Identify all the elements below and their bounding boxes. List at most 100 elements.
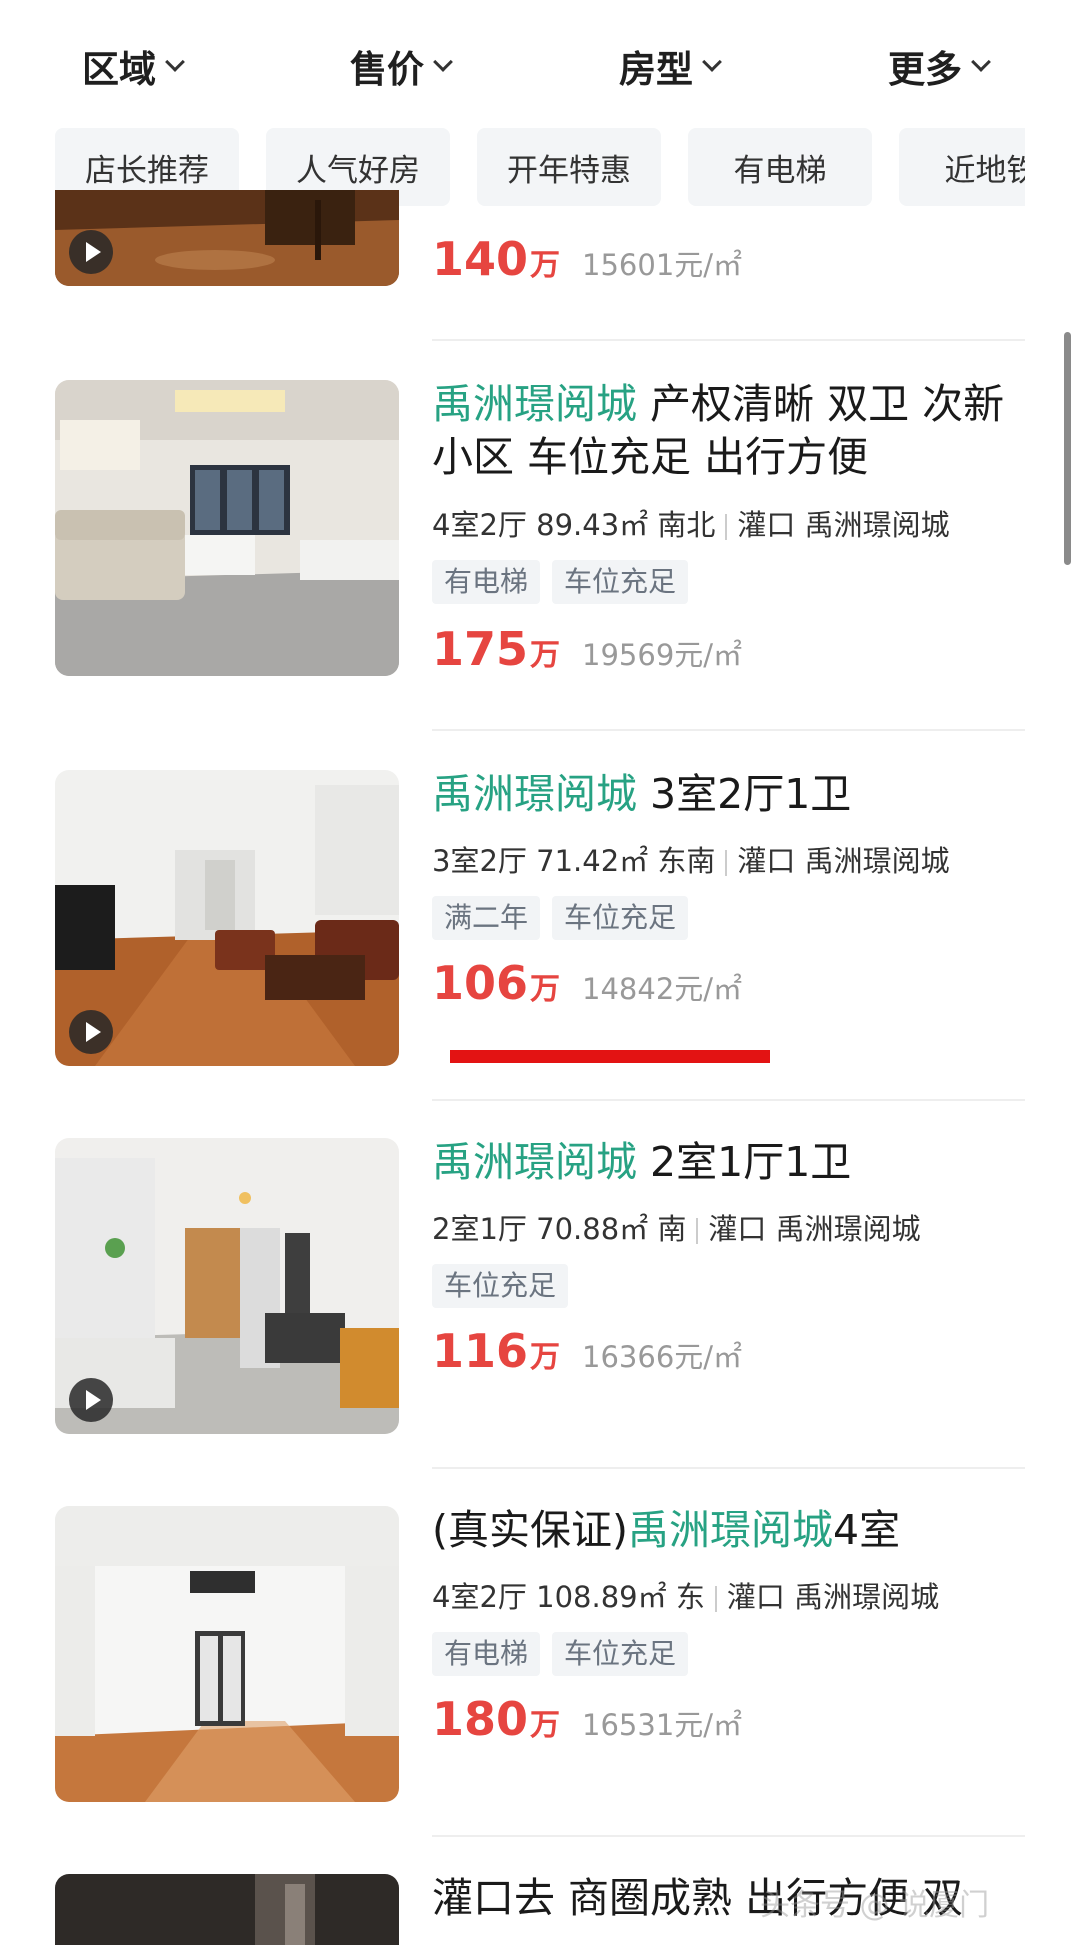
tag: 满二年 — [432, 896, 541, 940]
filter-area-label: 区域 — [82, 48, 156, 91]
listing-title[interactable]: (真实保证)禹洲璟阅城4室 — [432, 1504, 1032, 1557]
tag-list: 有电梯 车位充足 — [432, 1632, 689, 1676]
total-price: 116 — [432, 1324, 529, 1378]
community: 禹洲璟阅城 — [804, 844, 950, 878]
filter-more[interactable]: 更多 — [888, 38, 991, 94]
listing-meta: 3室2厅 71.42㎡ 东南 灌口 禹洲璟阅城 — [432, 838, 1032, 880]
chevron-down-icon — [702, 52, 722, 72]
area: 70.88㎡ — [536, 1212, 649, 1246]
total-price: 106 — [432, 956, 529, 1010]
listing-photo — [55, 1506, 399, 1802]
red-underline-annotation — [450, 1050, 770, 1063]
divider — [432, 1467, 1025, 1469]
price-row: 180 万 16531元/㎡ — [432, 1692, 742, 1746]
district: 灌口 — [726, 1580, 785, 1614]
orientation: 东 — [675, 1580, 705, 1614]
orientation: 南北 — [657, 508, 716, 542]
unit-price: 15601元/㎡ — [582, 248, 743, 282]
listing-photo — [55, 1138, 399, 1434]
price-row: 175 万 19569元/㎡ — [432, 622, 742, 676]
district: 灌口 — [737, 844, 796, 878]
filter-more-label: 更多 — [888, 48, 962, 91]
separator — [725, 850, 728, 876]
separator — [696, 1218, 699, 1244]
filter-bar: 区域 售价 房型 更多 — [0, 0, 1080, 118]
title-text: 3室2厅1卫 — [637, 770, 852, 818]
play-icon[interactable] — [69, 1378, 113, 1422]
tag-list: 车位充足 — [432, 1264, 569, 1308]
price-unit: 万 — [530, 638, 561, 673]
tag: 车位充足 — [552, 1632, 689, 1676]
unit-price: 16366元/㎡ — [582, 1340, 743, 1374]
listing-photo — [55, 770, 399, 1066]
watermark: 头条号 @ 说厦门 — [760, 1888, 990, 1923]
separator — [714, 1586, 717, 1612]
community-name: 禹洲璟阅城 — [432, 770, 637, 818]
play-icon[interactable] — [69, 1010, 113, 1054]
layout: 4室2厅 — [432, 1580, 527, 1614]
unit-price: 14842元/㎡ — [582, 972, 743, 1006]
listing-meta: 4室2厅 89.43㎡ 南北 灌口 禹洲璟阅城 — [432, 502, 1032, 544]
district: 灌口 — [708, 1212, 767, 1246]
price-row: 106 万 14842元/㎡ — [432, 956, 742, 1010]
listing-title[interactable]: 禹洲璟阅城 产权清晰 双卫 次新小区 车位充足 出行方便 — [432, 378, 1032, 484]
listing-title[interactable]: 禹洲璟阅城 3室2厅1卫 — [432, 768, 1032, 821]
listing-meta: 4室2厅 108.89㎡ 东灌口 禹洲璟阅城 — [432, 1574, 1032, 1616]
separator — [725, 514, 728, 540]
quick-tag-new-year-deal[interactable]: 开年特惠 — [477, 128, 661, 206]
unit-price: 16531元/㎡ — [582, 1708, 743, 1742]
community: 禹洲璟阅城 — [804, 508, 950, 542]
listing-photo — [55, 1874, 399, 1945]
divider — [432, 1835, 1025, 1837]
quick-tag-elevator[interactable]: 有电梯 — [688, 128, 872, 206]
listing-meta: 2室1厅 70.88㎡ 南灌口 禹洲璟阅城 — [432, 1206, 1032, 1248]
price-unit: 万 — [530, 972, 561, 1007]
listing-photo — [55, 380, 399, 676]
title-text: 2室1厅1卫 — [637, 1138, 852, 1186]
title-text: 4室 — [833, 1506, 901, 1554]
area: 108.89㎡ — [536, 1580, 667, 1614]
chevron-down-icon — [971, 52, 991, 72]
tag: 车位充足 — [432, 1264, 569, 1308]
tag: 有电梯 — [432, 1632, 541, 1676]
chevron-down-icon — [165, 52, 185, 72]
unit-price: 19569元/㎡ — [582, 638, 743, 672]
price-unit: 万 — [530, 248, 561, 283]
total-price: 180 — [432, 1692, 529, 1746]
total-price: 140 — [432, 232, 529, 286]
tag: 车位充足 — [552, 560, 689, 604]
filter-layout-label: 房型 — [619, 48, 693, 91]
layout: 2室1厅 — [432, 1212, 527, 1246]
listing-photo — [55, 190, 399, 286]
layout: 3室2厅 — [432, 844, 527, 878]
divider — [432, 729, 1025, 731]
divider — [432, 1099, 1025, 1101]
orientation: 南 — [657, 1212, 687, 1246]
area: 89.43㎡ — [536, 508, 649, 542]
layout: 4室2厅 — [432, 508, 527, 542]
quick-tag-near-metro[interactable]: 近地铁 — [899, 128, 1025, 206]
tag-list: 满二年 车位充足 — [432, 896, 689, 940]
price-row: 116 万 16366元/㎡ — [432, 1324, 742, 1378]
filter-price[interactable]: 售价 — [350, 38, 453, 94]
tag: 有电梯 — [432, 560, 541, 604]
chevron-down-icon — [433, 52, 453, 72]
price-row: 140 万 15601元/㎡ — [432, 232, 742, 286]
total-price: 175 — [432, 622, 529, 676]
community: 禹洲璟阅城 — [794, 1580, 940, 1614]
district: 灌口 — [737, 508, 796, 542]
filter-layout[interactable]: 房型 — [619, 38, 722, 94]
community-name: 禹洲璟阅城 — [628, 1506, 833, 1554]
filter-price-label: 售价 — [350, 48, 424, 91]
divider — [432, 339, 1025, 341]
play-icon[interactable] — [69, 230, 113, 274]
community-name: 禹洲璟阅城 — [432, 1138, 637, 1186]
price-unit: 万 — [530, 1340, 561, 1375]
filter-area[interactable]: 区域 — [82, 38, 185, 94]
tag-list: 有电梯 车位充足 — [432, 560, 689, 604]
scrollbar[interactable] — [1064, 332, 1071, 565]
community-name: 禹洲璟阅城 — [432, 380, 637, 428]
price-unit: 万 — [530, 1708, 561, 1743]
orientation: 东南 — [657, 844, 716, 878]
listing-title[interactable]: 禹洲璟阅城 2室1厅1卫 — [432, 1136, 1032, 1189]
